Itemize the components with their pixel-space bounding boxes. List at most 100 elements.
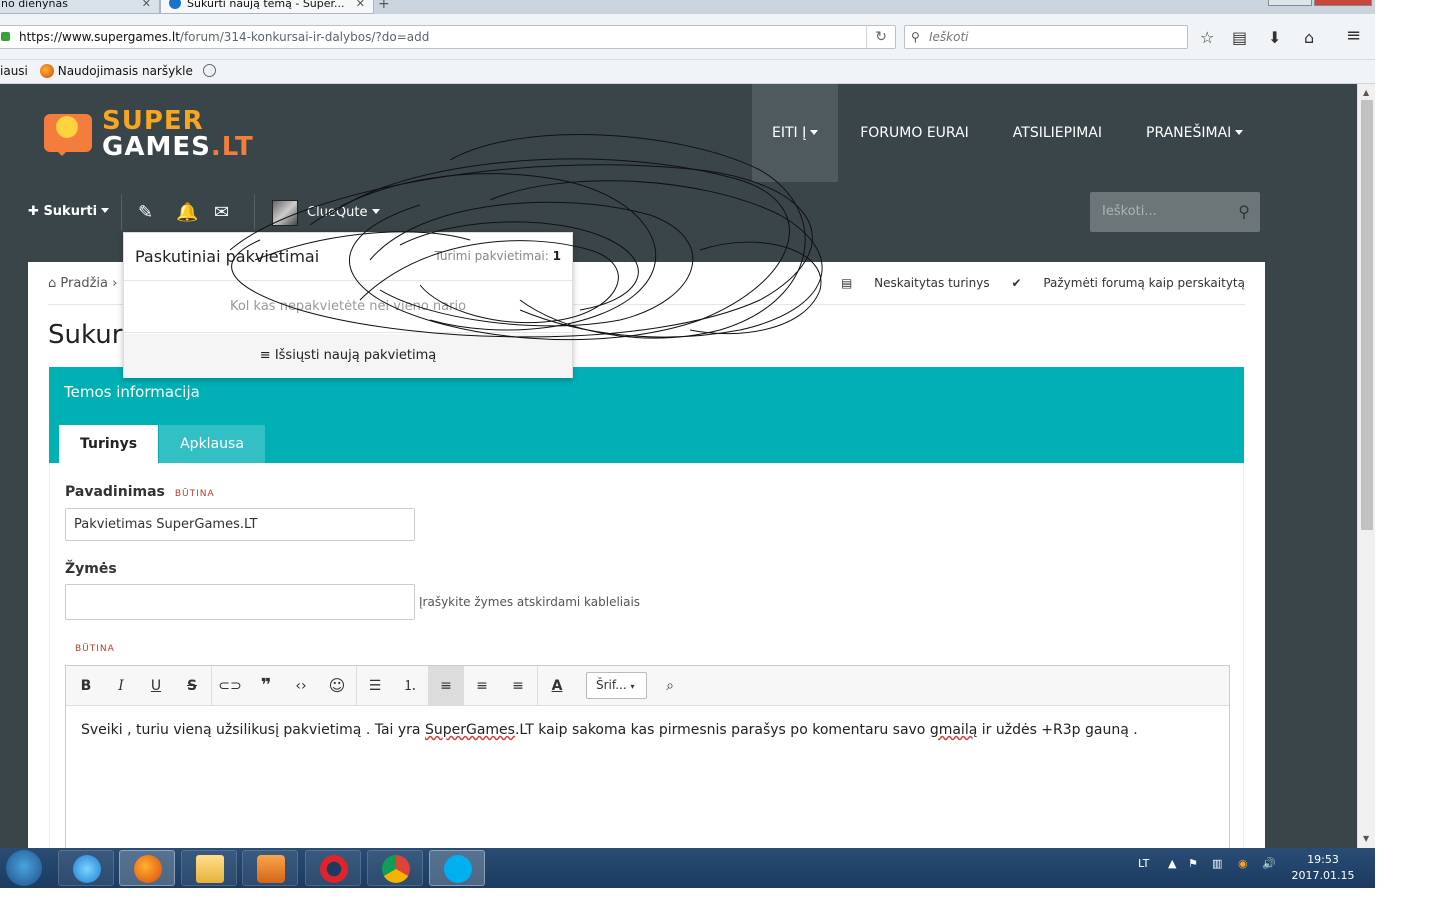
home-icon[interactable]: ⌂ (1304, 28, 1314, 47)
align-left-icon[interactable]: ≡ (428, 666, 464, 706)
tray-app-icon[interactable]: ◉ (1238, 857, 1248, 870)
taskbar-skype[interactable] (429, 850, 485, 886)
search-icon: ⚲ (911, 30, 920, 44)
breadcrumb-home[interactable]: Pradžia (60, 276, 108, 291)
font-color-icon[interactable]: A (539, 666, 575, 706)
code-icon[interactable]: ‹› (283, 666, 319, 706)
notifications-bell-icon[interactable]: 🔔 (176, 202, 198, 223)
nav-item-pranesimai[interactable]: PRANEŠIMAI (1124, 84, 1265, 182)
body-text: ir uždės +R3p gauną . (977, 722, 1138, 738)
quote-icon[interactable]: ❞ (248, 666, 284, 706)
rich-text-editor[interactable]: B I U S ⊂⊃ ❞ ‹› ☺ ☰ ⒈ ≡ ≡ ≡ A Šrif... ▾ … (65, 665, 1230, 848)
bulleted-list-icon[interactable]: ☰ (357, 666, 393, 706)
mark-read-label: Pažymėti forumą kaip perskaitytą (1043, 276, 1245, 290)
address-bar[interactable]: https://www.supergames.lt/forum/314-konk… (0, 25, 896, 49)
pacman-icon (56, 116, 78, 138)
tray-expand-icon[interactable]: ▲ (1168, 857, 1176, 870)
divider (254, 194, 255, 230)
system-clock[interactable]: 19:53 2017.01.15 (1290, 852, 1356, 884)
tab-title: Sukurti naują temą - Super... (187, 0, 345, 10)
opera-icon (320, 855, 348, 883)
network-icon[interactable]: ▥ (1212, 857, 1222, 870)
link-icon[interactable]: ⊂⊃ (212, 666, 248, 706)
action-center-flag-icon[interactable]: ⚑ (1188, 857, 1198, 870)
user-menu[interactable]: ClueQute (307, 205, 380, 220)
emoji-icon[interactable]: ☺ (319, 666, 355, 706)
steam-icon[interactable] (6, 850, 42, 886)
minimize-button[interactable] (1268, 0, 1312, 6)
align-right-icon[interactable]: ≡ (500, 666, 536, 706)
close-tab-icon[interactable]: ✕ (142, 0, 151, 11)
home-icon: ⌂ (48, 276, 57, 291)
underline-button[interactable]: U (138, 666, 174, 706)
title-label-text: Pavadinimas (65, 484, 165, 500)
browser-search-input[interactable]: ⚲ Ieškoti (904, 25, 1188, 49)
caret-down-icon (101, 208, 110, 213)
mark-read-link[interactable]: ✔ Pažymėti forumą kaip perskaitytą (1011, 276, 1245, 290)
reload-icon[interactable]: ↻ (866, 26, 887, 48)
taskbar-opera[interactable] (305, 850, 361, 886)
unread-content-link[interactable]: ▤ Neskaitytas turinys (841, 276, 990, 290)
tab-turinys[interactable]: Turinys (59, 425, 159, 463)
bookmark-item[interactable]: iausi (0, 64, 28, 78)
bookmark-star-icon[interactable]: ☆ (1200, 28, 1214, 47)
italic-button[interactable]: I (103, 666, 139, 706)
preview-icon[interactable]: ⌕ (652, 666, 688, 706)
browser-tab-active[interactable]: Sukurti naują temą - Super... ✕ (160, 0, 374, 14)
editor-content[interactable]: Sveiki , turiu vieną užsilikusį pakvieti… (81, 722, 1138, 738)
globe-icon (202, 64, 216, 77)
site-logo[interactable]: SUPER GAMES.LT (44, 106, 253, 162)
firefox-icon (39, 64, 54, 78)
taskbar-explorer[interactable] (181, 850, 237, 886)
create-button[interactable]: ✚ Sukurti (28, 204, 110, 219)
browser-tab-bar: no dienynas ✕ Sukurti naują temą - Super… (0, 0, 1375, 14)
search-icon[interactable]: ⚲ (1238, 192, 1250, 232)
tags-input[interactable] (65, 584, 415, 620)
scrollbar-thumb[interactable] (1361, 100, 1373, 530)
url-host: https://www.supergames.lt (19, 30, 180, 44)
breadcrumb: ⌂ Pradžia › (48, 276, 118, 291)
numbered-list-icon[interactable]: ⒈ (392, 666, 428, 706)
firefox-icon (134, 855, 162, 883)
topic-info-header: Temos informacija Turinys Apklausa (49, 367, 1244, 463)
close-tab-icon[interactable]: ✕ (356, 0, 365, 11)
logo-text-games: GAMES (102, 132, 211, 162)
taskbar-internet-explorer[interactable] (58, 850, 114, 886)
create-label: Sukurti (43, 204, 98, 219)
bookmarks-bar: iausi Naudojimasis naršykle (0, 60, 1375, 84)
invite-pencil-icon[interactable]: ✎ (138, 202, 153, 223)
new-tab-button[interactable]: + (378, 0, 390, 12)
send-invite-button[interactable]: ≡ Išsiųsti naują pakvietimą (124, 334, 572, 378)
taskbar-firefox[interactable] (119, 850, 175, 886)
font-family-select[interactable]: Šrif... ▾ (586, 672, 647, 699)
nav-item-atsiliepimai[interactable]: ATSILIEPIMAI (991, 84, 1124, 182)
title-input[interactable]: Pakvietimas SuperGames.LT (65, 508, 415, 541)
browser-tab[interactable]: no dienynas ✕ (0, 0, 160, 14)
strikethrough-button[interactable]: S (174, 666, 210, 706)
screen-margin (1375, 0, 1440, 900)
page-scrollbar[interactable]: ▲ ▼ (1357, 84, 1375, 848)
bold-button[interactable]: B (68, 666, 104, 706)
close-window-button[interactable] (1314, 0, 1372, 6)
nav-item-forumo-eurai[interactable]: FORUMO EURAI (838, 84, 991, 182)
taskbar-media-player[interactable] (242, 850, 298, 886)
nav-item-eiti[interactable]: EITI Į (752, 84, 839, 182)
scroll-down-icon[interactable]: ▼ (1363, 834, 1369, 843)
download-icon[interactable]: ⬇ (1268, 28, 1281, 47)
count-label: Turimi pakvietimai: (434, 249, 549, 263)
scroll-up-icon[interactable]: ▲ (1363, 88, 1369, 97)
volume-icon[interactable]: 🔊 (1262, 857, 1276, 870)
avatar[interactable] (272, 200, 298, 226)
caret-down-icon (371, 209, 380, 214)
tab-apklausa[interactable]: Apklausa (159, 425, 265, 463)
menu-icon[interactable]: ≡ (1346, 25, 1361, 46)
align-center-icon[interactable]: ≡ (464, 666, 500, 706)
reading-list-icon[interactable]: ▤ (1232, 28, 1247, 47)
clock-time: 19:53 (1307, 853, 1339, 866)
nav-label: EITI Į (772, 125, 807, 141)
site-search-input[interactable]: Ieškoti... ⚲ (1090, 192, 1260, 232)
taskbar-chrome[interactable] (367, 850, 423, 886)
language-indicator[interactable]: LT (1138, 857, 1149, 870)
bookmark-item[interactable]: Naudojimasis naršykle (58, 64, 193, 78)
messages-envelope-icon[interactable]: ✉ (214, 202, 229, 223)
